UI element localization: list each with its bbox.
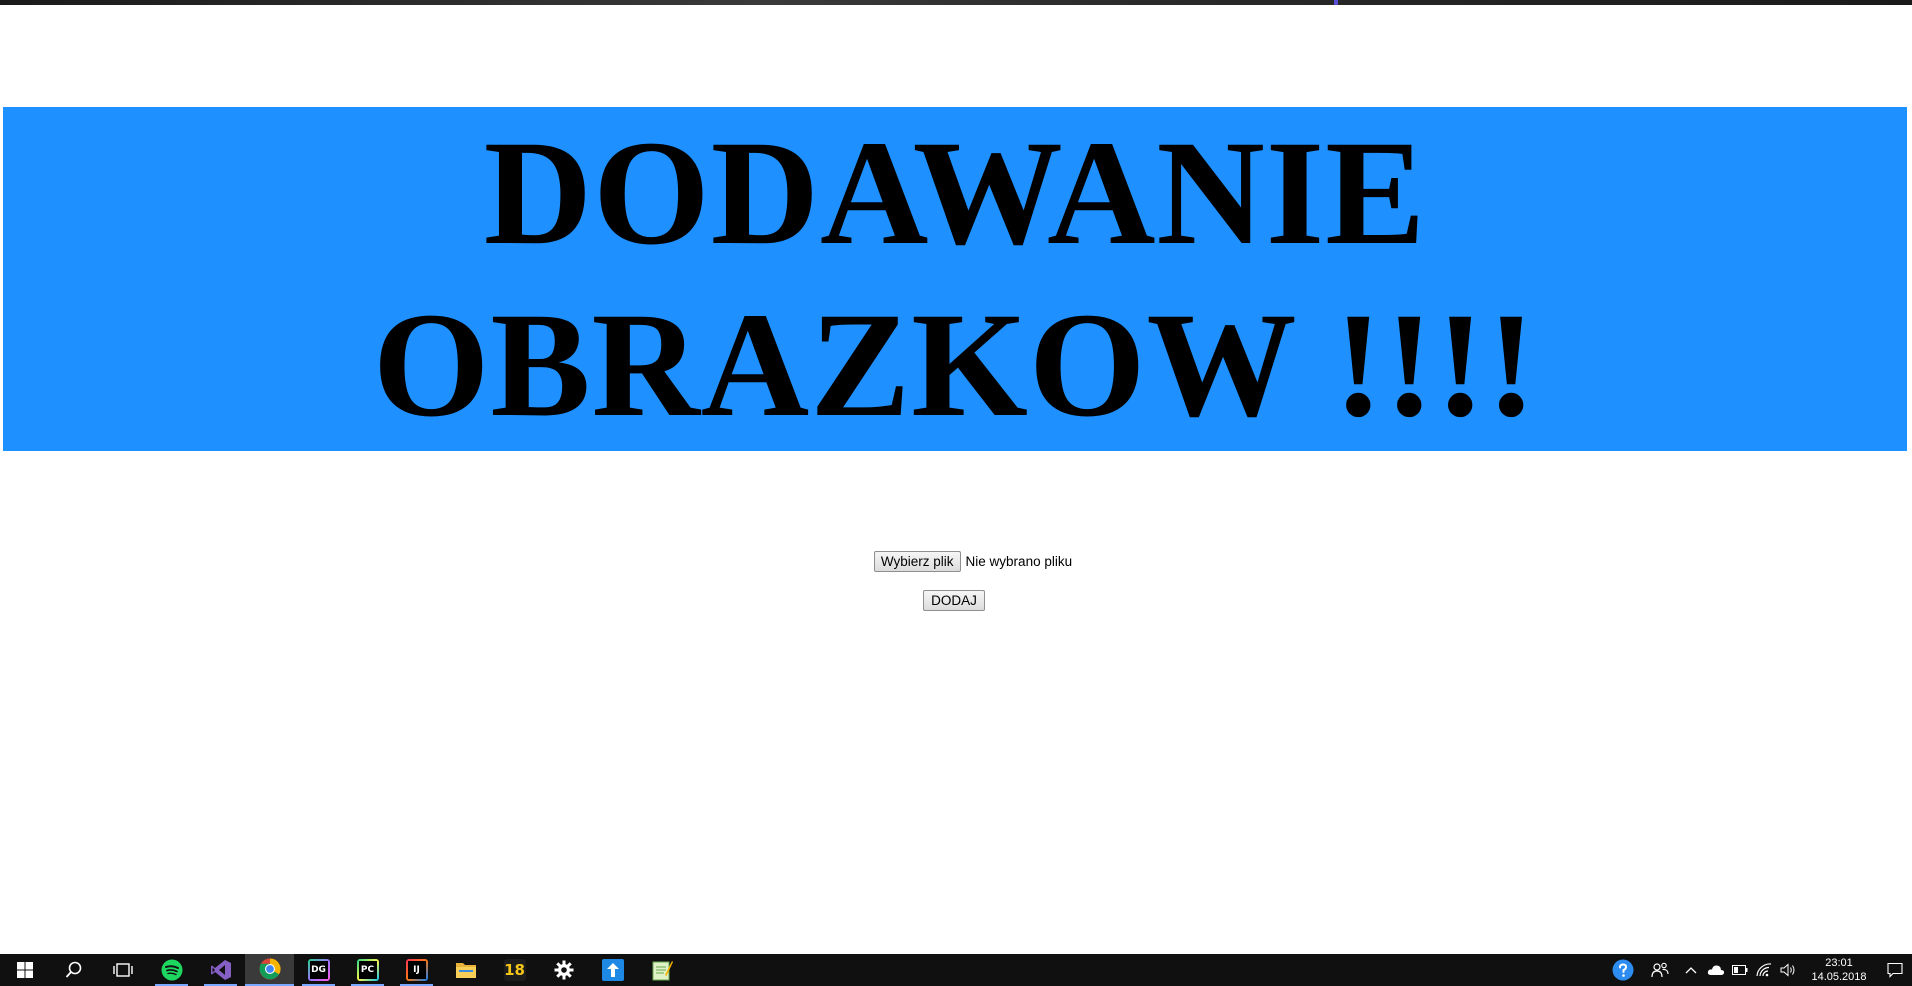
taskbar-app-notepad[interactable] [637, 954, 686, 986]
spotify-icon [161, 959, 182, 981]
gear-icon [554, 960, 573, 980]
file-input: Wybierz plik Nie wybrano pliku [17, 551, 1912, 572]
taskbar-app-settings[interactable] [539, 954, 588, 986]
onedrive-tray-button[interactable] [1704, 954, 1728, 986]
battery-icon [1732, 965, 1748, 975]
chevron-up-icon [1685, 967, 1697, 974]
wifi-icon [1756, 963, 1772, 977]
taskbar-app-18[interactable]: 18 [490, 954, 539, 986]
taskbar-clock[interactable]: 23:01 14.05.2018 [1800, 954, 1878, 986]
tab-accent-mark [1334, 0, 1338, 5]
file-status-text: Nie wybrano pliku [965, 554, 1073, 569]
choose-file-button[interactable]: Wybierz plik [873, 551, 961, 572]
app-18-label: 18 [504, 961, 525, 979]
search-button[interactable] [49, 954, 98, 986]
chrome-icon [259, 958, 281, 980]
help-icon [1612, 959, 1634, 981]
notification-icon [1887, 962, 1903, 978]
pycharm-label: PC [358, 961, 377, 979]
taskbar-app-intellij[interactable]: IJ [392, 954, 441, 986]
volume-icon [1780, 963, 1795, 977]
app-18-icon: 18 [503, 959, 526, 981]
cloud-icon [1707, 965, 1725, 975]
taskbar-app-chrome[interactable] [245, 954, 294, 986]
help-tray-button[interactable] [1604, 954, 1642, 986]
taskbar-app-pycharm[interactable]: PC [343, 954, 392, 986]
page-banner: DODAWANIE OBRAZKOW !!!! [3, 107, 1907, 451]
taskbar-app-visual-studio[interactable] [196, 954, 245, 986]
browser-top-strip [0, 0, 1912, 5]
windows-taskbar: DG PC IJ 18 23:01 14.05.2018 [0, 954, 1912, 986]
action-center-button[interactable] [1878, 954, 1912, 986]
task-view-button[interactable] [98, 954, 147, 986]
system-tray: 23:01 14.05.2018 [1604, 954, 1912, 986]
page-title: DODAWANIE OBRAZKOW !!!! [372, 110, 1538, 448]
taskbar-app-spotify[interactable] [147, 954, 196, 986]
people-icon [1651, 962, 1669, 978]
clock-date: 14.05.2018 [1811, 971, 1867, 983]
notepad-icon [652, 961, 673, 981]
datagrip-icon: DG [307, 959, 330, 981]
volume-tray-button[interactable] [1776, 954, 1800, 986]
taskbar-app-file-explorer[interactable] [441, 954, 490, 986]
show-hidden-icons-button[interactable] [1678, 954, 1704, 986]
intellij-label: IJ [407, 961, 426, 979]
upload-form: Wybierz plik Nie wybrano pliku DODAJ [0, 551, 1912, 611]
submit-row: DODAJ [0, 590, 1910, 611]
task-view-icon [112, 963, 133, 977]
search-icon [65, 961, 81, 978]
add-button[interactable]: DODAJ [923, 590, 985, 611]
folder-icon [455, 963, 476, 978]
pycharm-icon: PC [356, 959, 379, 981]
network-tray-button[interactable] [1752, 954, 1776, 986]
intellij-icon: IJ [405, 959, 428, 981]
taskbar-app-upload[interactable] [588, 954, 637, 986]
visual-studio-icon [210, 960, 231, 980]
people-tray-button[interactable] [1642, 954, 1678, 986]
start-button[interactable] [0, 954, 49, 986]
datagrip-label: DG [309, 961, 328, 979]
windows-icon [16, 962, 33, 978]
upload-icon [601, 959, 624, 981]
taskbar-app-datagrip[interactable]: DG [294, 954, 343, 986]
battery-tray-button[interactable] [1728, 954, 1752, 986]
clock-time: 23:01 [1825, 957, 1853, 969]
